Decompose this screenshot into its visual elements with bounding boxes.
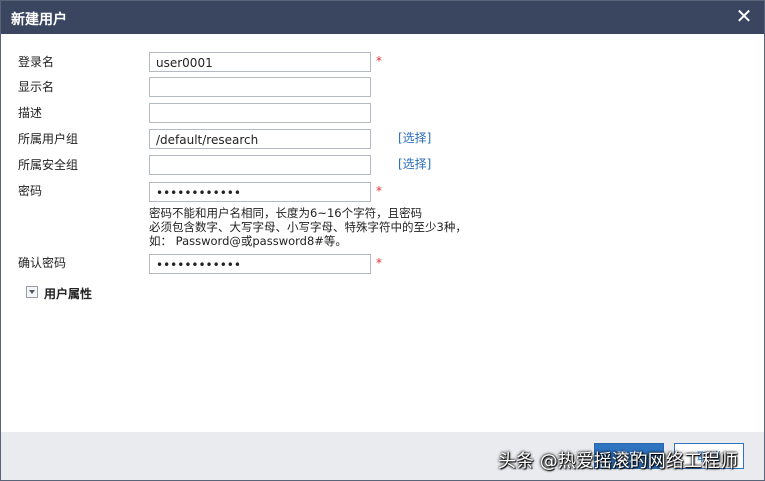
description-input[interactable] xyxy=(149,103,371,123)
dialog-title: 新建用户 xyxy=(11,12,67,28)
new-user-dialog: 新建用户 ✕ 登录名 user0001 * 显示名 描述 所属用户组 /defa… xyxy=(0,0,765,481)
dialog-titlebar: 新建用户 ✕ xyxy=(1,1,764,34)
watermark: 头条 @热爱摇滚的网络工程师 xyxy=(498,451,738,472)
security-group-input[interactable] xyxy=(149,155,371,175)
password-required-mark: * xyxy=(376,184,382,198)
display-name-input[interactable] xyxy=(149,77,371,97)
password-label: 密码 xyxy=(18,184,43,198)
confirm-password-label: 确认密码 xyxy=(18,256,67,270)
user-group-label: 所属用户组 xyxy=(18,132,79,146)
security-group-label: 所属安全组 xyxy=(18,158,79,172)
password-hint-line: 必须包含数字、大写字母、小写字母、特殊字符中的至少3种， xyxy=(149,220,467,234)
user-attributes-label: 用户属性 xyxy=(44,287,93,301)
close-icon[interactable]: ✕ xyxy=(732,4,756,28)
description-label: 描述 xyxy=(18,106,43,120)
password-hint-line: 密码不能和用户名相同，长度为6~16个字符，且密码 xyxy=(149,206,423,220)
login-name-required-mark: * xyxy=(376,54,382,68)
user-group-select-link[interactable]: [选择] xyxy=(398,129,431,146)
password-hint: 密码不能和用户名相同，长度为6~16个字符，且密码 必须包含数字、大写字母、小写… xyxy=(149,206,467,248)
collapse-toggle-icon[interactable] xyxy=(26,286,38,298)
password-hint-line: 如： Password@或password8#等。 xyxy=(149,234,347,248)
confirm-password-required-mark: * xyxy=(376,256,382,270)
login-name-input[interactable]: user0001 xyxy=(149,52,371,72)
display-name-label: 显示名 xyxy=(18,80,55,94)
confirm-password-input[interactable]: •••••••••••• xyxy=(149,254,371,274)
user-group-input[interactable]: /default/research xyxy=(149,129,371,149)
security-group-select-link[interactable]: [选择] xyxy=(398,155,431,172)
login-name-label: 登录名 xyxy=(18,55,55,69)
password-input[interactable]: •••••••••••• xyxy=(149,182,371,202)
